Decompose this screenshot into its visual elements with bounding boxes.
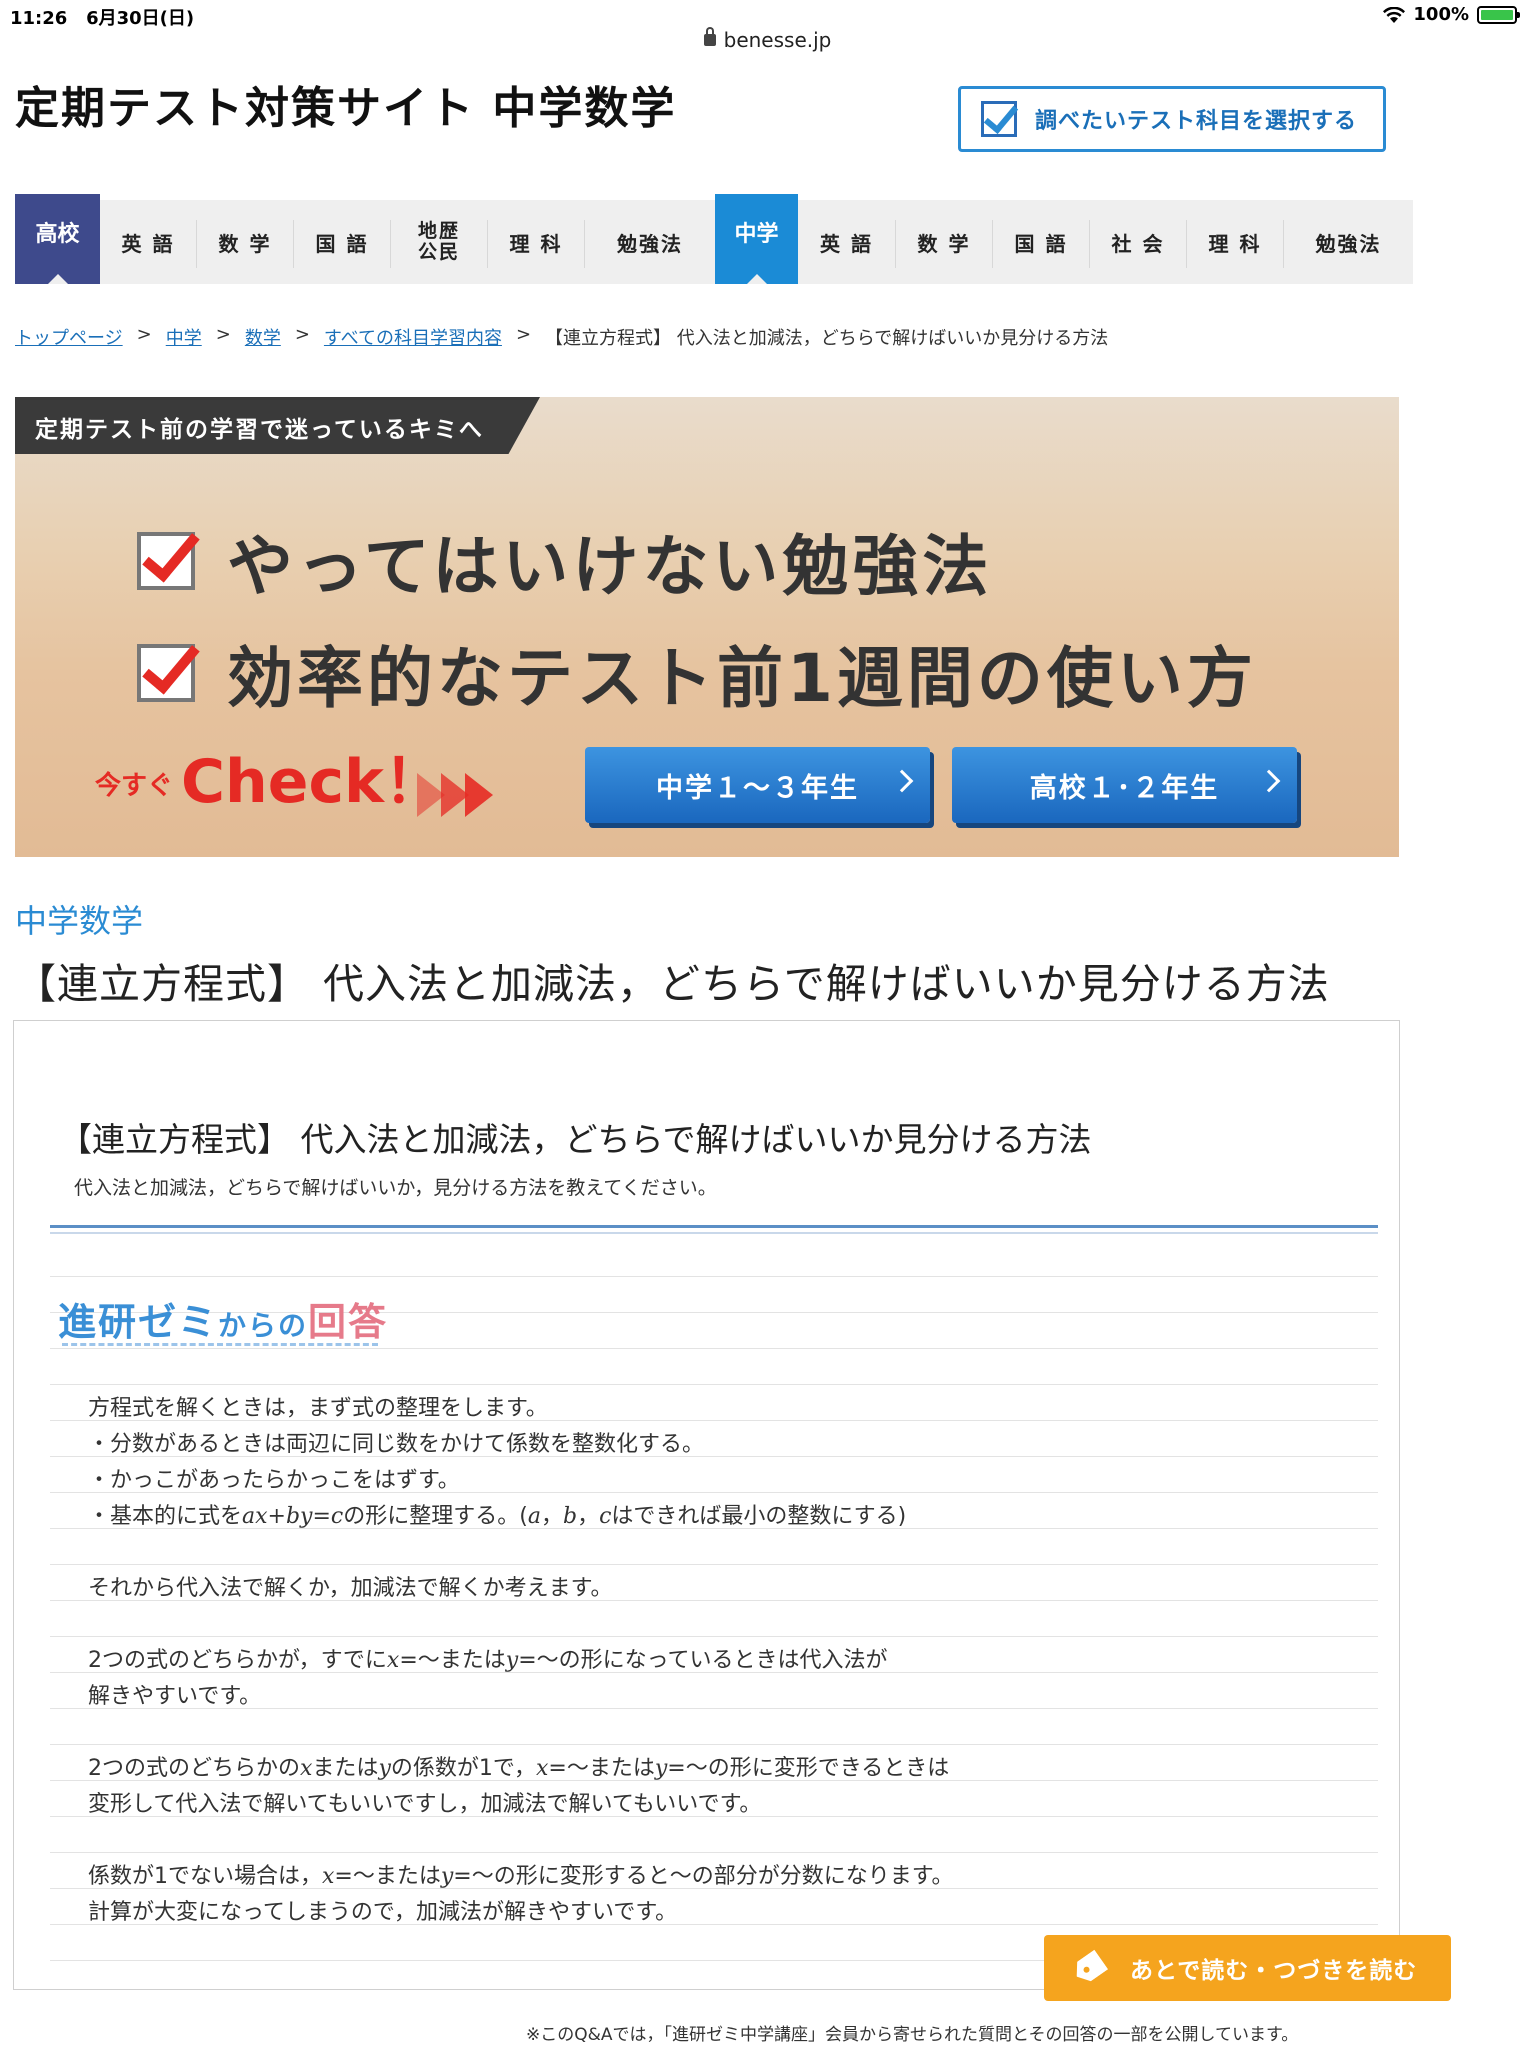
breadcrumb: トップページ > 中学 > 数学 > すべての科目学習内容 > 【連立方程式】 … (15, 324, 1109, 350)
qa-subtitle: 代入法と加減法，どちらで解けばいいか，見分ける方法を教えてください。 (74, 1177, 717, 1199)
status-time: 11:26 6月30日(日) (10, 8, 195, 29)
nav-koko-english[interactable]: 英 語 (100, 200, 196, 284)
banner-koko-button[interactable]: 高校１･２年生 (952, 747, 1297, 823)
chevron-right-icon (1257, 769, 1281, 793)
banner-ribbon: 定期テスト前の学習で迷っているキミへ (15, 397, 540, 454)
divider (50, 1232, 1378, 1234)
breadcrumb-math[interactable]: 数学 (245, 324, 281, 350)
site-title[interactable]: 定期テスト対策サイト 中学数学 (15, 72, 676, 136)
banner-check-now: 今すぐ Check！ (95, 747, 444, 817)
triple-arrow-icon (417, 773, 493, 817)
nav-koko-japanese[interactable]: 国 語 (294, 200, 390, 284)
qa-box: 【連立方程式】 代入法と加減法，どちらで解けばいいか見分ける方法 代入法と加減法… (13, 1020, 1400, 1990)
qa-title: 【連立方程式】 代入法と加減法，どちらで解けばいいか見分ける方法 (59, 1120, 1092, 1159)
url-text: benesse.jp (723, 28, 832, 52)
status-date: 6月30日(日) (86, 8, 195, 29)
breadcrumb-top[interactable]: トップページ (15, 324, 123, 350)
answer-text: ・かっこがあったらかっこをはずす。 (88, 1468, 460, 1493)
divider (50, 1225, 1378, 1228)
nav-chu-study-method[interactable]: 勉強法 (1284, 200, 1413, 284)
banner-line-1: やってはいけない勉強法 (137, 513, 992, 609)
battery-percent: 100% (1413, 4, 1469, 25)
answer-text: 2つの式のどちらかが，すでにx=～またはy=～の形になっているときは代入法が (88, 1648, 888, 1673)
nav-chu-social[interactable]: 社 会 (1090, 200, 1186, 284)
breadcrumb-current: 【連立方程式】 代入法と加減法，どちらで解けばいいか見分ける方法 (545, 328, 1109, 349)
lock-icon (703, 27, 716, 46)
answer-text: ・分数があるときは両辺に同じ数をかけて係数を整数化する。 (88, 1432, 705, 1457)
wifi-icon (1383, 6, 1406, 23)
status-bar: 11:26 6月30日(日) 100% (0, 0, 1535, 30)
answer-text: 2つの式のどちらかのxまたはyの係数が1で，x=～またはy=～の形に変形できると… (88, 1756, 950, 1781)
breadcrumb-all-subjects[interactable]: すべての科目学習内容 (324, 324, 502, 350)
answer-text: それから代入法で解くか，加減法で解くか考えます。 (88, 1576, 613, 1601)
answer-body: 方程式を解くときは，まず式の整理をします。 ・分数があるときは両辺に同じ数をかけ… (88, 1391, 954, 1931)
answer-text: 解きやすいです。 (88, 1684, 262, 1709)
answer-text: 計算が大変になってしまうので，加減法が解きやすいです。 (88, 1900, 678, 1925)
nav-koko[interactable]: 高校 (15, 194, 100, 284)
answer-text: 係数が1でない場合は，x=～またはy=～の形に変形すると～の部分が分数になります… (88, 1864, 954, 1889)
checkbox-icon (981, 101, 1017, 137)
nav-koko-math[interactable]: 数 学 (197, 200, 293, 284)
select-subject-button[interactable]: 調べたいテスト科目を選択する (958, 86, 1386, 152)
breadcrumb-chu[interactable]: 中学 (166, 324, 202, 350)
checkmark-icon (137, 532, 195, 590)
nav-chu-science[interactable]: 理 科 (1187, 200, 1283, 284)
tag-icon (1070, 1950, 1108, 1987)
answer-text: ・基本的に式をax+by=cの形に整理する。(a，b，cはできれば最小の整数にす… (88, 1504, 907, 1529)
answer-text: 方程式を解くときは，まず式の整理をします。 (88, 1396, 548, 1421)
nav-koko-science[interactable]: 理 科 (488, 200, 584, 284)
chevron-right-icon (890, 769, 914, 793)
select-subject-label: 調べたいテスト科目を選択する (1035, 109, 1358, 134)
answer-text: 変形して代入法で解いてもいいですし，加減法で解いてもいいです。 (88, 1792, 762, 1817)
nav-koko-study-method[interactable]: 勉強法 (585, 200, 715, 284)
banner-chu-button[interactable]: 中学１～３年生 (585, 747, 930, 823)
nav-chu-japanese[interactable]: 国 語 (993, 200, 1089, 284)
url-bar[interactable]: benesse.jp (0, 27, 1535, 58)
nav-chu[interactable]: 中学 (715, 194, 798, 284)
read-later-button[interactable]: あとで読む・つづきを読む (1044, 1935, 1451, 2001)
subject-nav: 高校 英 語 数 学 国 語 地歴 公民 理 科 勉強法 中学 英 語 数 学 国… (15, 194, 1413, 284)
answer-underline (62, 1343, 378, 1346)
read-later-label: あとで読む・つづきを読む (1130, 1958, 1418, 1984)
checkmark-icon (137, 644, 195, 702)
nav-chu-english[interactable]: 英 語 (798, 200, 895, 284)
category-label: 中学数学 (15, 902, 144, 940)
nav-chu-math[interactable]: 数 学 (896, 200, 992, 284)
page-title: 【連立方程式】 代入法と加減法，どちらで解けばいいか見分ける方法 (15, 960, 1330, 1008)
nav-koko-history-civics[interactable]: 地歴 公民 (391, 200, 487, 284)
banner-line-2: 効率的なテスト前1週間の使い方 (137, 625, 1257, 721)
battery-icon (1477, 5, 1520, 24)
footnote: ※このQ&Aでは，「進研ゼミ中学講座」会員から寄せられた質問とその回答の一部を公… (526, 2025, 1299, 2045)
answer-heading: 進研ゼミからの回答 (58, 1300, 389, 1344)
promo-banner[interactable]: 定期テスト前の学習で迷っているキミへ やってはいけない勉強法 効率的なテスト前1… (15, 397, 1399, 857)
status-right: 100% (1383, 4, 1520, 25)
